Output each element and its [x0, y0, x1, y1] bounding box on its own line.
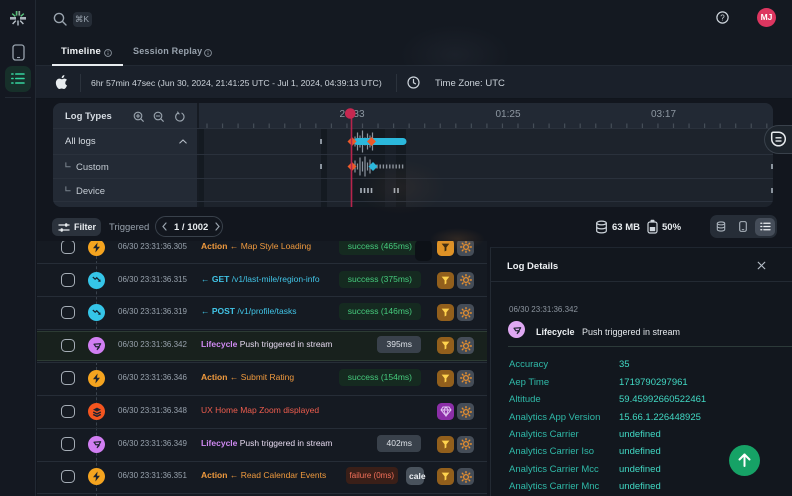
- svg-text:?: ?: [720, 13, 725, 22]
- svg-text:03:17: 03:17: [651, 109, 676, 120]
- svg-text:01:25: 01:25: [495, 109, 520, 120]
